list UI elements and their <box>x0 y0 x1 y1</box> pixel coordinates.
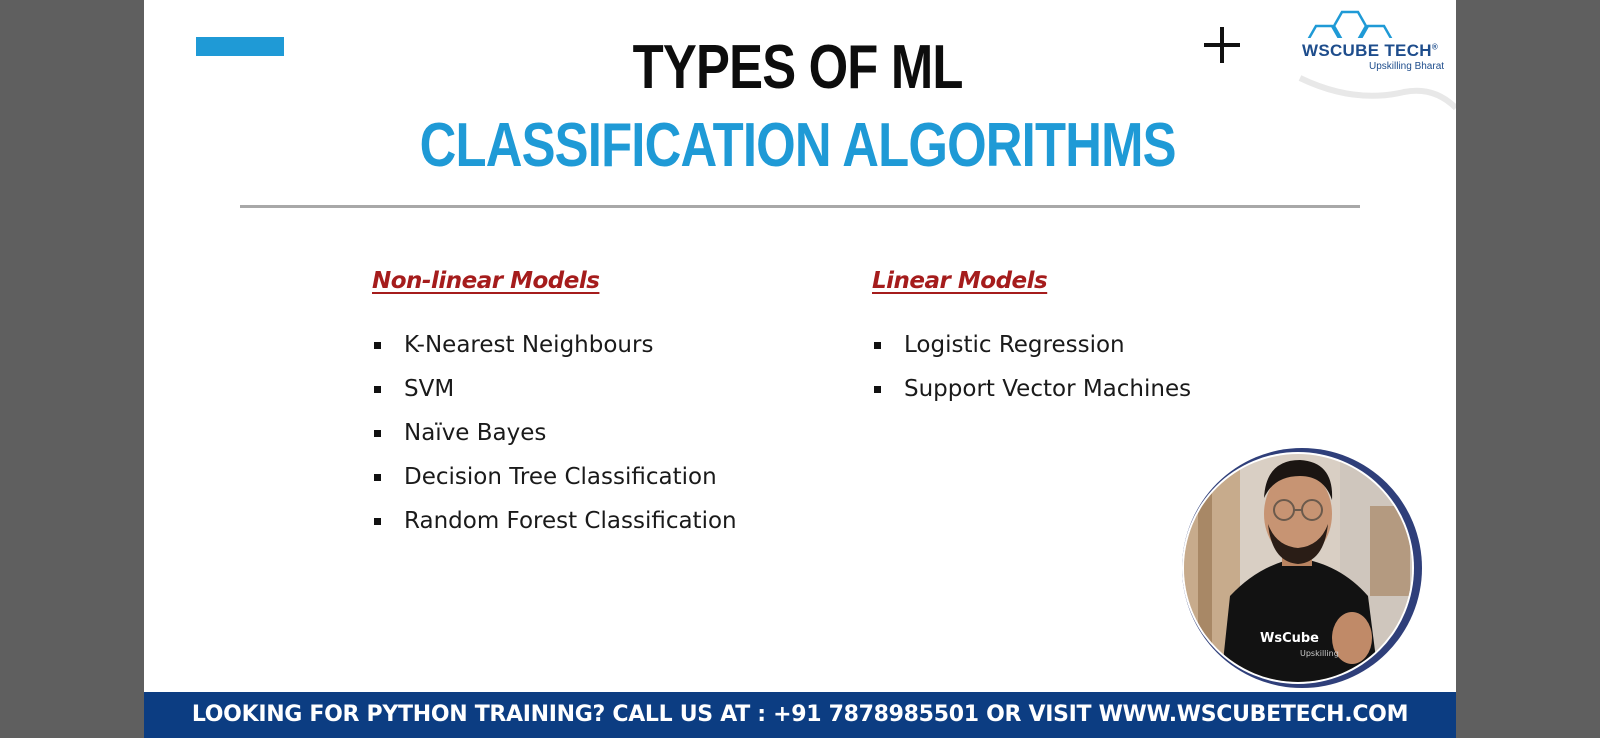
square-bullet-icon <box>874 342 881 349</box>
logo-wordmark: WSCUBE TECH® <box>1302 41 1439 60</box>
title-divider <box>240 205 1360 208</box>
nonlinear-models-list: K-Nearest Neighbours SVM Naïve Bayes Dec… <box>374 328 737 548</box>
video-frame: TYPES OF ML CLASSIFICATION ALGORITHMS WS… <box>0 0 1600 738</box>
square-bullet-icon <box>374 518 381 525</box>
linear-models-list: Logistic Regression Support Vector Machi… <box>874 328 1191 416</box>
list-item: Naïve Bayes <box>374 416 737 460</box>
list-item: Random Forest Classification <box>374 504 737 548</box>
slide-subtitle: CLASSIFICATION ALGORITHMS <box>419 111 1177 180</box>
slide-title: TYPES OF ML <box>632 33 964 102</box>
square-bullet-icon <box>874 386 881 393</box>
shirt-logo-text: WsCube <box>1260 631 1319 646</box>
footer-banner: LOOKING FOR PYTHON TRAINING? CALL US AT … <box>144 692 1456 738</box>
list-item: Support Vector Machines <box>874 372 1191 416</box>
plus-icon <box>1202 25 1242 65</box>
list-item: SVM <box>374 372 737 416</box>
list-item: Logistic Regression <box>874 328 1191 372</box>
shirt-logo-tagline: Upskilling <box>1300 649 1339 658</box>
list-item: Decision Tree Classification <box>374 460 737 504</box>
square-bullet-icon <box>374 386 381 393</box>
presentation-slide: TYPES OF ML CLASSIFICATION ALGORITHMS WS… <box>144 0 1456 738</box>
square-bullet-icon <box>374 342 381 349</box>
linear-models-heading: Linear Models <box>872 268 1048 294</box>
wscube-logo: WSCUBE TECH® Upskilling Bharat <box>1294 8 1456 112</box>
presenter-webcam-bubble: WsCube Upskilling <box>1180 446 1424 690</box>
logo-tagline: Upskilling Bharat <box>1369 61 1445 72</box>
square-bullet-icon <box>374 430 381 437</box>
list-item: K-Nearest Neighbours <box>374 328 737 372</box>
presenter-avatar: WsCube Upskilling <box>1182 448 1422 688</box>
nonlinear-models-heading: Non-linear Models <box>372 268 600 294</box>
square-bullet-icon <box>374 474 381 481</box>
